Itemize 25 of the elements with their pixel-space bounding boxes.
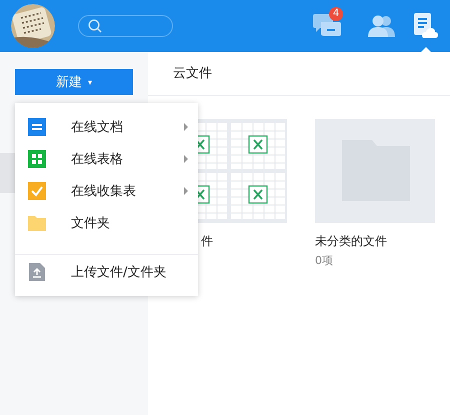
search-icon xyxy=(88,19,102,33)
menu-item[interactable]: 在线收集表 xyxy=(15,175,198,207)
submenu-arrow-icon xyxy=(184,187,188,195)
checkmark-icon xyxy=(28,182,46,200)
document-cloud-icon[interactable] xyxy=(414,13,438,39)
new-button[interactable]: 新建 ▾ xyxy=(15,69,133,95)
tab-pointer xyxy=(421,47,431,52)
item-count: 0项 xyxy=(315,253,334,268)
notification-badge: 4 xyxy=(329,7,343,21)
menu-item[interactable]: 在线文档 xyxy=(15,111,198,143)
submenu-arrow-icon xyxy=(184,123,188,131)
folder-name: 件 xyxy=(201,233,214,250)
section-title: 云文件 xyxy=(148,52,450,96)
folder-icon xyxy=(28,215,46,231)
folder-thumbnail[interactable] xyxy=(315,119,435,223)
upload-icon xyxy=(29,263,45,281)
document-icon xyxy=(28,118,46,136)
submenu-arrow-icon xyxy=(184,155,188,163)
menu-item[interactable]: 上传文件/文件夹 xyxy=(15,256,198,288)
menu-item[interactable]: 文件夹 xyxy=(15,207,198,239)
people-icon[interactable] xyxy=(368,15,398,37)
grid-icon xyxy=(28,150,46,168)
search-field[interactable] xyxy=(78,15,173,37)
menu-item[interactable]: 在线表格 xyxy=(15,143,198,175)
folder-name: 未分类的文件 xyxy=(315,233,388,250)
